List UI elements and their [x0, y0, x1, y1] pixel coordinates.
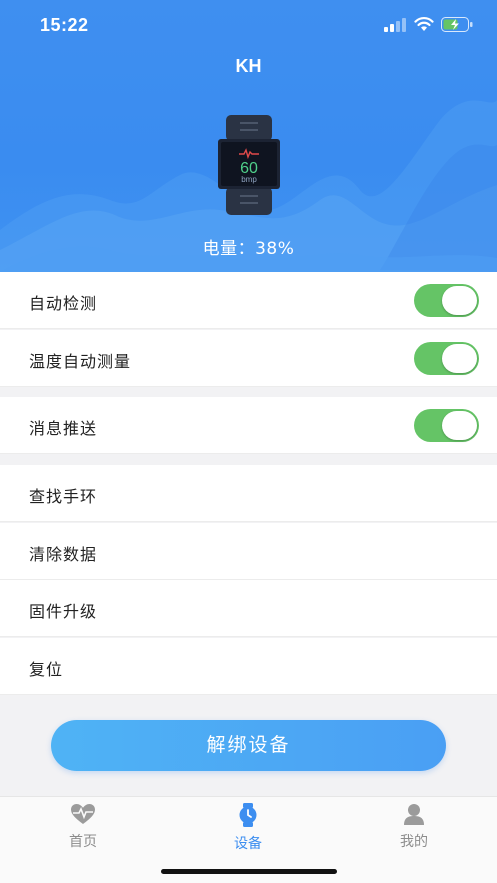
- find-band-label: 查找手环: [29, 487, 98, 506]
- reset-row[interactable]: 复位: [0, 638, 497, 695]
- message-push-label: 消息推送: [29, 419, 98, 438]
- battery-charging-icon: [441, 17, 473, 32]
- temperature-auto-measure-toggle[interactable]: [414, 342, 479, 375]
- section-divider: [0, 455, 497, 465]
- auto-detect-toggle[interactable]: [414, 284, 479, 317]
- user-icon: [404, 804, 424, 825]
- tab-mine-label: 我的: [400, 834, 428, 850]
- toggle-knob: [442, 286, 477, 315]
- status-time: 15:22: [40, 15, 89, 35]
- section-divider: [0, 387, 497, 397]
- tab-device[interactable]: 设备: [208, 803, 288, 853]
- heart-pulse-icon: [71, 804, 95, 824]
- auto-detect-row: 自动检测: [0, 272, 497, 329]
- message-push-toggle[interactable]: [414, 409, 479, 442]
- clear-data-label: 清除数据: [29, 545, 98, 564]
- tab-device-label: 设备: [234, 836, 262, 852]
- unbind-device-button[interactable]: 解绑设备: [51, 720, 446, 771]
- watch-unit: bmp: [241, 175, 257, 184]
- device-header: 15:22 KH 60 bmp 电量：38%: [0, 0, 497, 272]
- wifi-icon: [414, 17, 434, 31]
- status-bar: 15:22: [0, 0, 497, 50]
- clear-data-row[interactable]: 清除数据: [0, 523, 497, 580]
- find-band-row[interactable]: 查找手环: [0, 465, 497, 522]
- watch-icon: [239, 803, 257, 827]
- toggle-knob: [442, 411, 477, 440]
- home-indicator: [161, 869, 337, 874]
- firmware-upgrade-label: 固件升级: [29, 602, 98, 621]
- watch-image: 60 bmp: [218, 115, 280, 215]
- tab-mine[interactable]: 我的: [374, 803, 454, 851]
- tab-home-label: 首页: [69, 834, 97, 850]
- temperature-auto-measure-label: 温度自动测量: [29, 352, 132, 371]
- message-push-row: 消息推送: [0, 397, 497, 454]
- device-name: KH: [235, 56, 262, 76]
- reset-label: 复位: [29, 660, 64, 679]
- temperature-auto-measure-row: 温度自动测量: [0, 330, 497, 387]
- cellular-signal-icon: [384, 18, 406, 32]
- toggle-knob: [442, 344, 477, 373]
- tab-home[interactable]: 首页: [43, 803, 123, 851]
- auto-detect-label: 自动检测: [29, 294, 98, 313]
- battery-level: 电量：38%: [202, 239, 295, 259]
- firmware-upgrade-row[interactable]: 固件升级: [0, 580, 497, 637]
